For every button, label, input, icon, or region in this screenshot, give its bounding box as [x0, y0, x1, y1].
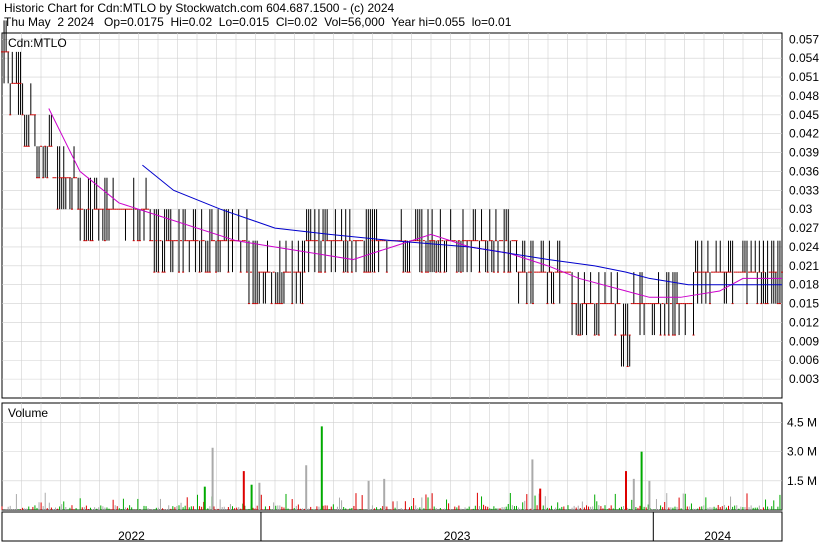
y-tick-label: 0.012 [789, 315, 819, 329]
volume-tick-label: 3.0 M [787, 445, 817, 459]
symbol-label: Cdn:MTLO [8, 36, 67, 50]
y-tick-label: 0.009 [789, 334, 819, 348]
y-tick-label: 0.024 [789, 240, 819, 254]
y-tick-label: 0.051 [789, 70, 819, 84]
y-tick-label: 0.057 [789, 32, 819, 46]
y-tick-label: 0.015 [789, 297, 819, 311]
y-tick-label: 0.054 [789, 51, 819, 65]
x-tick-label: 2023 [444, 529, 471, 543]
y-tick-label: 0.039 [789, 146, 819, 160]
price-volume-chart: 0.057 0.054 0.051 0.048 0.045 0.042 0.039 0.036… [1, 20, 819, 543]
y-tick-label: 0.021 [789, 259, 819, 273]
x-axis: 2022 2023 2024 [1, 511, 783, 543]
volume-tick-label: 4.5 M [787, 415, 817, 429]
y-tick-label: 0.003 [789, 372, 819, 386]
y-tick-label: 0.027 [789, 221, 819, 235]
price-panel: 0.057 0.054 0.051 0.048 0.045 0.042 0.039 0.036… [1, 20, 819, 399]
y-tick-label: 0.033 [789, 183, 819, 197]
volume-label: Volume [8, 406, 48, 420]
x-tick-label: 2022 [118, 529, 145, 543]
y-tick-label: 0.045 [789, 108, 819, 122]
y-tick-label: 0.03 [789, 202, 813, 216]
x-tick-label: 2024 [704, 529, 731, 543]
y-tick-label: 0.006 [789, 353, 819, 367]
y-tick-label: 0.042 [789, 127, 819, 141]
volume-panel: 4.5 M 3.0 M 1.5 M [1, 402, 817, 511]
y-tick-label: 0.018 [789, 278, 819, 292]
volume-tick-label: 1.5 M [787, 474, 817, 488]
y-tick-label: 0.036 [789, 164, 819, 178]
y-tick-label: 0.048 [789, 89, 819, 103]
